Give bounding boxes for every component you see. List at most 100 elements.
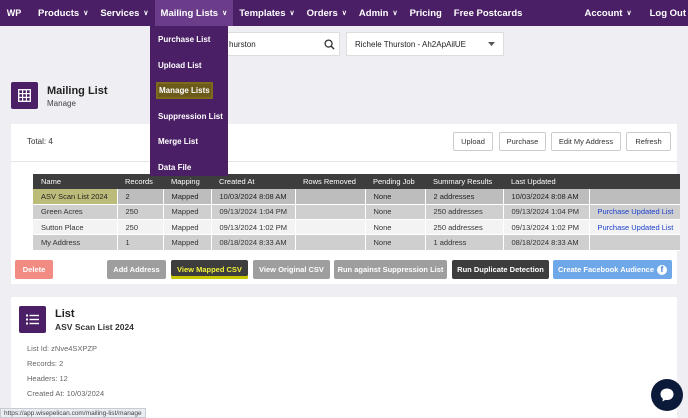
nav-logout-label: Log Out	[649, 7, 686, 19]
col-header-last-updated[interactable]: Last Updated	[503, 174, 589, 189]
cell-pending-job: None	[365, 204, 426, 221]
cell-records: 250	[117, 219, 164, 236]
cell-summary: 250 addresses	[425, 204, 504, 221]
list-records: Records: 2	[27, 359, 64, 368]
nav-templates-label: Templates	[239, 7, 286, 19]
cell-rows-removed	[295, 189, 366, 205]
create-facebook-audience-label: Create Facebook Audience	[557, 265, 654, 274]
table-header-row: Name Records Mapping Created At Rows Rem…	[33, 174, 680, 189]
nav-services-label: Services	[100, 7, 140, 19]
table-row[interactable]: Green Acres 250 Mapped 09/13/2024 1:04 P…	[33, 204, 680, 221]
nav-products-label: Products	[38, 7, 80, 19]
nav-products[interactable]: Products ∨	[32, 0, 94, 26]
refresh-button[interactable]: Refresh	[626, 132, 671, 151]
nav-templates[interactable]: Templates ∨	[233, 0, 300, 26]
delete-button[interactable]: Delete	[15, 260, 53, 279]
page-subtitle: Manage	[47, 99, 76, 108]
nav-orders[interactable]: Orders ∨	[301, 0, 353, 26]
list-icon	[19, 306, 46, 333]
dropdown-item-label: Manage Lists	[158, 84, 211, 98]
cell-mapping: Mapped	[163, 204, 212, 221]
chat-icon[interactable]	[651, 379, 683, 411]
cell-action	[589, 189, 680, 205]
nav-admin-label: Admin	[358, 7, 389, 19]
dropdown-item-data-file[interactable]: Data File	[150, 155, 228, 181]
mailing-lists-dropdown: Purchase List Upload List Manage Lists S…	[150, 26, 228, 176]
customer-search-input[interactable]: hurston	[222, 32, 340, 56]
table-row[interactable]: My Address 1 Mapped 08/18/2024 8:33 AM N…	[33, 234, 680, 251]
nav-logout[interactable]: Log Out	[644, 0, 688, 26]
cell-rows-removed	[295, 204, 366, 221]
nav-free-postcards[interactable]: Free Postcards	[448, 0, 529, 26]
grid-icon	[11, 82, 38, 109]
purchase-updated-list-link[interactable]: Purchase Updated List	[589, 219, 680, 236]
col-header-rows-removed[interactable]: Rows Removed	[295, 174, 365, 189]
upload-button[interactable]: Upload	[453, 132, 493, 151]
nav-services[interactable]: Services ∨	[94, 0, 154, 26]
mailing-list-table-wrap[interactable]: Name Records Mapping Created At Rows Rem…	[33, 174, 680, 251]
table-row[interactable]: Sutton Place 250 Mapped 09/13/2024 1:02 …	[33, 219, 680, 236]
nav-pricing-label: Pricing	[409, 7, 442, 19]
purchase-button[interactable]: Purchase	[499, 132, 546, 151]
view-original-csv-button[interactable]: View Original CSV	[253, 260, 330, 279]
list-detail-title: List	[55, 308, 75, 320]
list-detail-name: ASV Scan List 2024	[55, 322, 134, 332]
purchase-updated-list-link[interactable]: Purchase Updated List	[589, 204, 680, 221]
nav-account[interactable]: Account ∨	[578, 0, 643, 26]
nav-mailing-lists[interactable]: Mailing Lists ∨	[154, 0, 234, 26]
table-row[interactable]: ASV Scan List 2024 2 Mapped 10/03/2024 8…	[33, 189, 680, 205]
edit-my-address-button[interactable]: Edit My Address	[551, 132, 621, 151]
logo[interactable]: WP	[2, 0, 26, 26]
card-divider	[11, 161, 677, 162]
cell-last-updated: 08/18/2024 8:33 AM	[503, 234, 590, 251]
cell-created-at: 08/18/2024 8:33 AM	[211, 234, 296, 251]
cell-last-updated: 09/13/2024 1:04 PM	[503, 204, 590, 221]
chevron-down-icon: ∨	[392, 10, 398, 17]
chevron-down-icon: ∨	[83, 10, 89, 17]
run-suppression-button[interactable]: Run against Suppression List	[334, 260, 447, 279]
chevron-down-icon: ∨	[222, 10, 228, 17]
cell-rows-removed	[295, 219, 366, 236]
dropdown-item-label: Data File	[158, 162, 192, 172]
dropdown-item-upload-list[interactable]: Upload List	[150, 53, 228, 79]
list-headers: Headers: 12	[27, 374, 68, 383]
cell-summary: 1 address	[425, 234, 504, 251]
search-icon[interactable]	[319, 38, 339, 50]
cell-name: My Address	[33, 234, 118, 251]
cell-rows-removed	[295, 234, 366, 251]
cell-summary: 2 addresses	[425, 189, 504, 205]
cell-records: 1	[117, 234, 164, 251]
cell-mapping: Mapped	[163, 234, 212, 251]
dropdown-item-purchase-list[interactable]: Purchase List	[150, 27, 228, 53]
nav-free-postcards-label: Free Postcards	[453, 7, 523, 19]
dropdown-item-merge-list[interactable]: Merge List	[150, 129, 228, 155]
create-facebook-audience-button[interactable]: Create Facebook Audience f	[553, 260, 672, 279]
dropdown-item-label: Upload List	[158, 60, 202, 70]
add-address-button[interactable]: Add Address	[107, 260, 166, 279]
cell-pending-job: None	[365, 234, 426, 251]
dropdown-item-manage-lists[interactable]: Manage Lists	[150, 78, 228, 104]
cell-summary: 250 addresses	[425, 219, 504, 236]
search-value: hurston	[229, 39, 256, 49]
customer-select-value: Richele Thurston - Ah2ApAilUE	[355, 39, 467, 49]
nav-admin[interactable]: Admin ∨	[353, 0, 404, 26]
nav-orders-label: Orders	[306, 7, 338, 19]
view-mapped-csv-button[interactable]: View Mapped CSV	[171, 260, 248, 279]
col-header-pending-job[interactable]: Pending Job	[365, 174, 425, 189]
col-header-name[interactable]: Name	[33, 174, 117, 189]
cell-mapping: Mapped	[163, 219, 212, 236]
nav-mailing-lists-label: Mailing Lists	[160, 7, 219, 19]
chevron-down-icon: ∨	[626, 10, 632, 17]
col-header-summary-results[interactable]: Summary Results	[425, 174, 503, 189]
cell-created-at: 10/03/2024 8:08 AM	[211, 189, 296, 205]
browser-status-bar: https://app.wisepelican.com/mailing-list…	[0, 408, 146, 418]
nav-pricing[interactable]: Pricing	[404, 0, 448, 26]
run-duplicate-detection-button[interactable]: Run Duplicate Detection	[452, 260, 549, 279]
cell-records: 250	[117, 204, 164, 221]
cell-created-at: 09/13/2024 1:04 PM	[211, 204, 296, 221]
customer-select[interactable]: Richele Thurston - Ah2ApAilUE	[346, 32, 504, 56]
chevron-down-icon: ∨	[289, 10, 295, 17]
chevron-down-icon: ∨	[341, 10, 347, 17]
cell-pending-job: None	[365, 189, 426, 205]
dropdown-item-suppression-list[interactable]: Suppression List	[150, 104, 228, 130]
